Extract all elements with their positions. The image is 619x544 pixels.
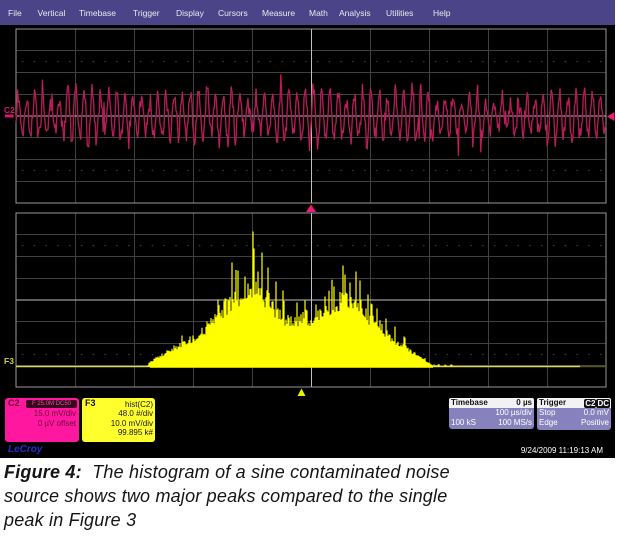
svg-text:F3: F3 <box>4 356 14 366</box>
svg-text:C2: C2 <box>4 105 15 115</box>
